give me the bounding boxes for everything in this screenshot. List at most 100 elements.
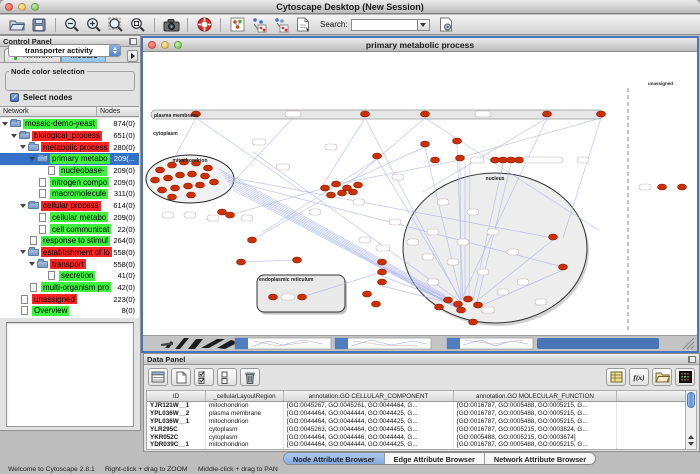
- import-file-icon[interactable]: [652, 368, 672, 386]
- expand-arrow-icon[interactable]: [20, 204, 26, 208]
- tab-network-attribute-browser[interactable]: Network Attribute Browser: [485, 453, 595, 464]
- network-node[interactable]: [201, 173, 210, 179]
- network-node[interactable]: [658, 184, 667, 190]
- network-node[interactable]: [431, 157, 440, 163]
- network-node[interactable]: [378, 279, 387, 285]
- network-node[interactable]: [549, 234, 558, 240]
- table-row[interactable]: YPL036W__2plasma membrane[GO:0044464, GO…: [147, 410, 686, 418]
- scroll-down-icon[interactable]: [688, 442, 694, 446]
- birdseye-overview[interactable]: [6, 322, 134, 427]
- network-node[interactable]: [237, 259, 246, 265]
- tree-item[interactable]: nucleobase-209(0): [0, 165, 139, 177]
- network-node[interactable]: [210, 179, 219, 185]
- network-node[interactable]: [158, 187, 167, 193]
- more-tabs-icon[interactable]: [127, 50, 138, 62]
- layout-nodes-icon[interactable]: [248, 16, 270, 33]
- float-panel-icon[interactable]: [129, 38, 137, 45]
- dropdown-stepper-icon[interactable]: [109, 44, 120, 57]
- network-node[interactable]: [168, 194, 177, 200]
- tree-item[interactable]: nitrogen compo209(0): [0, 176, 139, 188]
- network-node[interactable]: [435, 304, 444, 310]
- tree-item[interactable]: metabolic process280(0): [0, 141, 139, 153]
- network-node[interactable]: [373, 153, 382, 159]
- network-node[interactable]: [226, 212, 235, 218]
- network-node[interactable]: [187, 192, 196, 198]
- tree-item[interactable]: establishment of lo558(0): [0, 247, 139, 259]
- tab-node-attribute-browser[interactable]: Node Attribute Browser: [284, 453, 385, 464]
- help-lifering-icon[interactable]: [193, 16, 215, 33]
- expand-arrow-icon[interactable]: [20, 145, 26, 149]
- tree-item[interactable]: cell communicat22(0): [0, 223, 139, 235]
- attribute-table-header[interactable]: ID_cellularLayoutRegionannotation.GO CEL…: [147, 391, 686, 402]
- network-node[interactable]: [454, 301, 463, 307]
- network-node[interactable]: [176, 172, 185, 178]
- network-node[interactable]: [678, 184, 687, 190]
- network-node[interactable]: [349, 189, 358, 195]
- table-row[interactable]: YLR295Ccytoplasm[GO:0045263, GO:0044464,…: [147, 426, 686, 434]
- expand-arrow-icon[interactable]: [11, 134, 17, 138]
- network-node[interactable]: [171, 185, 180, 191]
- network-node[interactable]: [444, 297, 453, 303]
- network-node[interactable]: [204, 165, 213, 171]
- layout-selected-icon[interactable]: [270, 16, 292, 33]
- float-panel-icon[interactable]: [688, 356, 696, 363]
- tree-item[interactable]: multi-organism pro42(0): [0, 282, 139, 294]
- network-node[interactable]: [361, 111, 370, 117]
- network-node[interactable]: [363, 291, 372, 297]
- tree-item[interactable]: macromolecule311(0): [0, 188, 139, 200]
- column-header[interactable]: _cellularLayoutRegion: [206, 391, 284, 401]
- network-node[interactable]: [507, 157, 516, 163]
- scrollbar-thumb[interactable]: [687, 392, 695, 408]
- network-node[interactable]: [559, 264, 568, 270]
- create-attribute-icon[interactable]: [171, 368, 191, 386]
- network-node[interactable]: [421, 111, 430, 117]
- tree-item[interactable]: secretion41(0): [0, 270, 139, 282]
- vizmapper-icon[interactable]: [292, 16, 314, 33]
- network-node[interactable]: [421, 141, 430, 147]
- tree-item[interactable]: transport558(0): [0, 258, 139, 270]
- network-canvas[interactable]: plasma membranecytoplasmmitochondrionnuc…: [143, 52, 697, 335]
- network-node[interactable]: [196, 182, 205, 188]
- network-node[interactable]: [156, 167, 165, 173]
- select-attributes-icon[interactable]: [148, 368, 168, 386]
- tree-item[interactable]: cellular metabo209(0): [0, 212, 139, 224]
- network-node[interactable]: [184, 183, 193, 189]
- network-node[interactable]: [151, 177, 160, 183]
- import-attribute-table-icon[interactable]: [606, 368, 626, 386]
- expand-arrow-icon[interactable]: [20, 250, 26, 254]
- open-session-icon[interactable]: [6, 16, 28, 33]
- network-node[interactable]: [293, 257, 302, 263]
- network-node[interactable]: [474, 302, 483, 308]
- expand-arrow-icon[interactable]: [29, 157, 35, 161]
- table-scrollbar[interactable]: [685, 390, 697, 450]
- network-node[interactable]: [378, 259, 387, 265]
- network-window-titlebar[interactable]: primary metabolic process: [143, 38, 697, 52]
- network-node[interactable]: [164, 175, 173, 181]
- network-node[interactable]: [321, 185, 330, 191]
- table-row[interactable]: YKR052Ccytoplasm[GO:0044464, GO:0044446,…: [147, 434, 686, 442]
- unselect-all-attributes-icon[interactable]: [217, 368, 237, 386]
- zoom-selected-icon[interactable]: [105, 16, 127, 33]
- network-node[interactable]: [543, 111, 552, 117]
- tree-item[interactable]: unassigned223(0): [0, 293, 139, 305]
- network-node[interactable]: [515, 157, 524, 163]
- select-nodes-checkbox[interactable]: ✓: [10, 93, 19, 102]
- network-node[interactable]: [332, 181, 341, 187]
- table-row[interactable]: YPL036W__1mitochondrion[GO:0044464, GO:0…: [147, 418, 686, 426]
- tree-item[interactable]: response to stimul264(0): [0, 235, 139, 247]
- zoom-in-icon[interactable]: [83, 16, 105, 33]
- tree-item[interactable]: primary metabo209(...: [0, 153, 139, 165]
- network-node[interactable]: [456, 155, 465, 161]
- network-node[interactable]: [597, 111, 606, 117]
- tree-item[interactable]: mosaic-demo-yeast874(0): [0, 118, 139, 130]
- select-all-attributes-icon[interactable]: [194, 368, 214, 386]
- zoom-out-icon[interactable]: [61, 16, 83, 33]
- column-header[interactable]: annotation.GO CELLULAR_COMPONENT: [284, 391, 454, 401]
- expand-arrow-icon[interactable]: [29, 262, 35, 266]
- titlebar[interactable]: Cytoscape Desktop (New Session): [0, 0, 700, 14]
- search-input[interactable]: [351, 19, 417, 31]
- network-overview-icon[interactable]: [226, 16, 248, 33]
- expand-arrow-icon[interactable]: [2, 122, 8, 126]
- network-node[interactable]: [491, 157, 500, 163]
- tree-item[interactable]: Overview8(0): [0, 305, 139, 317]
